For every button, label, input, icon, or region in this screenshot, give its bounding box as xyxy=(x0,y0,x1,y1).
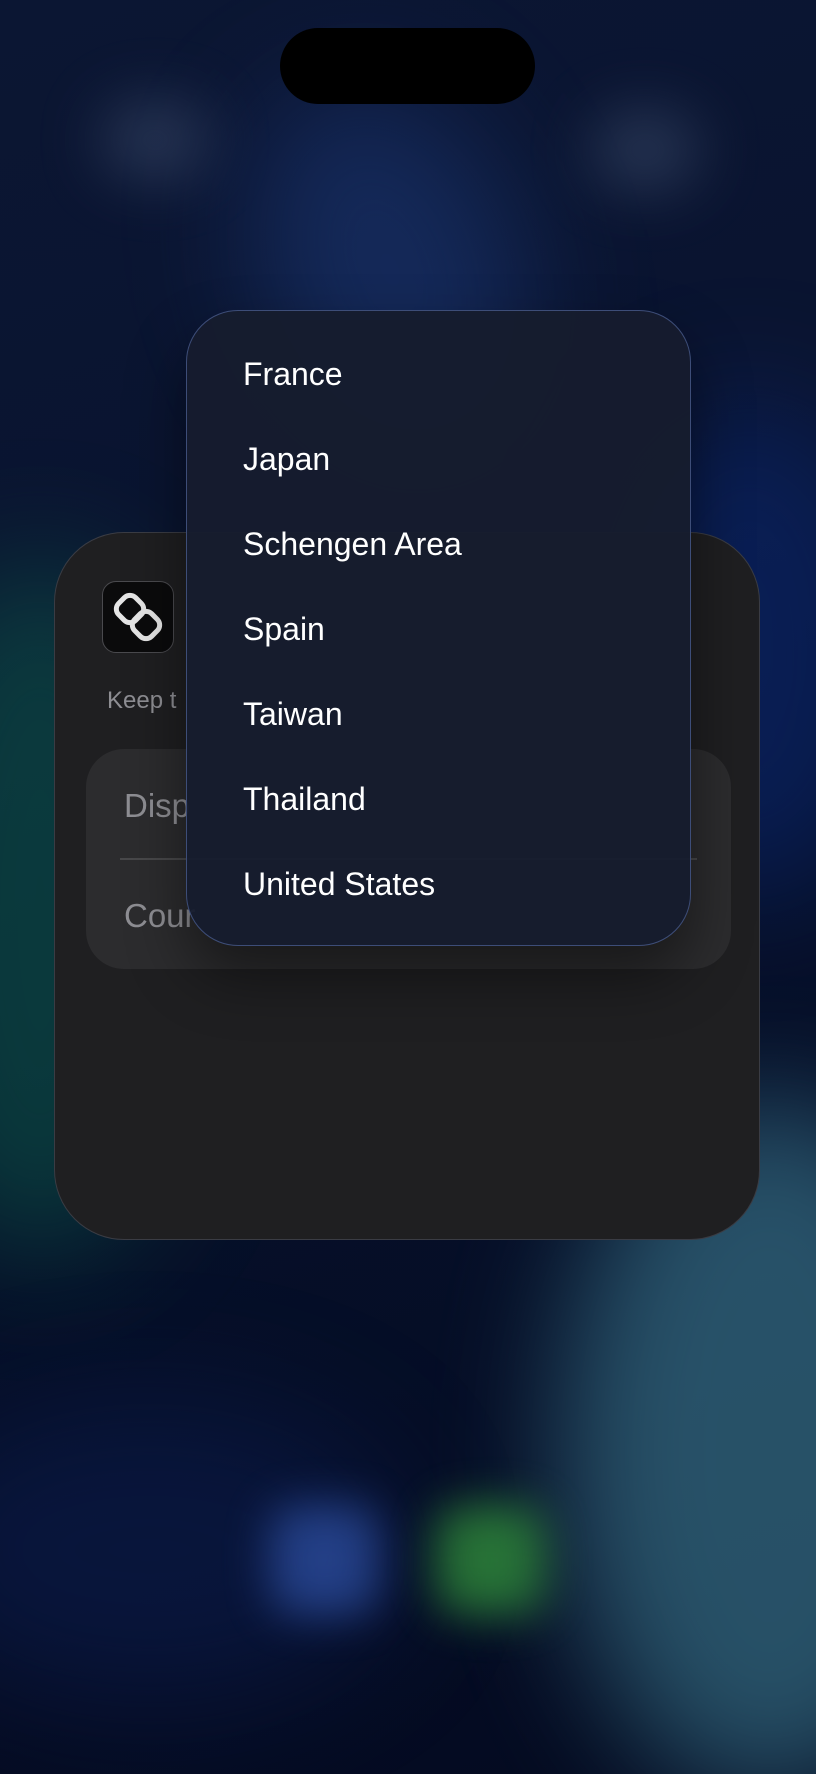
dynamic-island xyxy=(280,28,535,104)
settings-row-display[interactable]: Disp xyxy=(124,787,190,825)
widget-description: Keep t xyxy=(107,687,177,714)
country-dropdown-menu: France Japan Schengen Area Spain Taiwan … xyxy=(186,310,691,946)
menu-item-spain[interactable]: Spain xyxy=(243,609,325,649)
menu-item-japan[interactable]: Japan xyxy=(243,439,330,479)
menu-item-schengen-area[interactable]: Schengen Area xyxy=(243,524,462,564)
linked-rings-icon xyxy=(102,581,174,653)
menu-item-thailand[interactable]: Thailand xyxy=(243,779,366,819)
menu-item-taiwan[interactable]: Taiwan xyxy=(243,694,343,734)
settings-row-country[interactable]: Cour xyxy=(124,897,196,935)
menu-item-united-states[interactable]: United States xyxy=(243,864,435,904)
blurred-dock-app-icon xyxy=(435,1505,545,1615)
blurred-dock-app-icon xyxy=(270,1505,380,1615)
menu-item-france[interactable]: France xyxy=(243,354,343,394)
